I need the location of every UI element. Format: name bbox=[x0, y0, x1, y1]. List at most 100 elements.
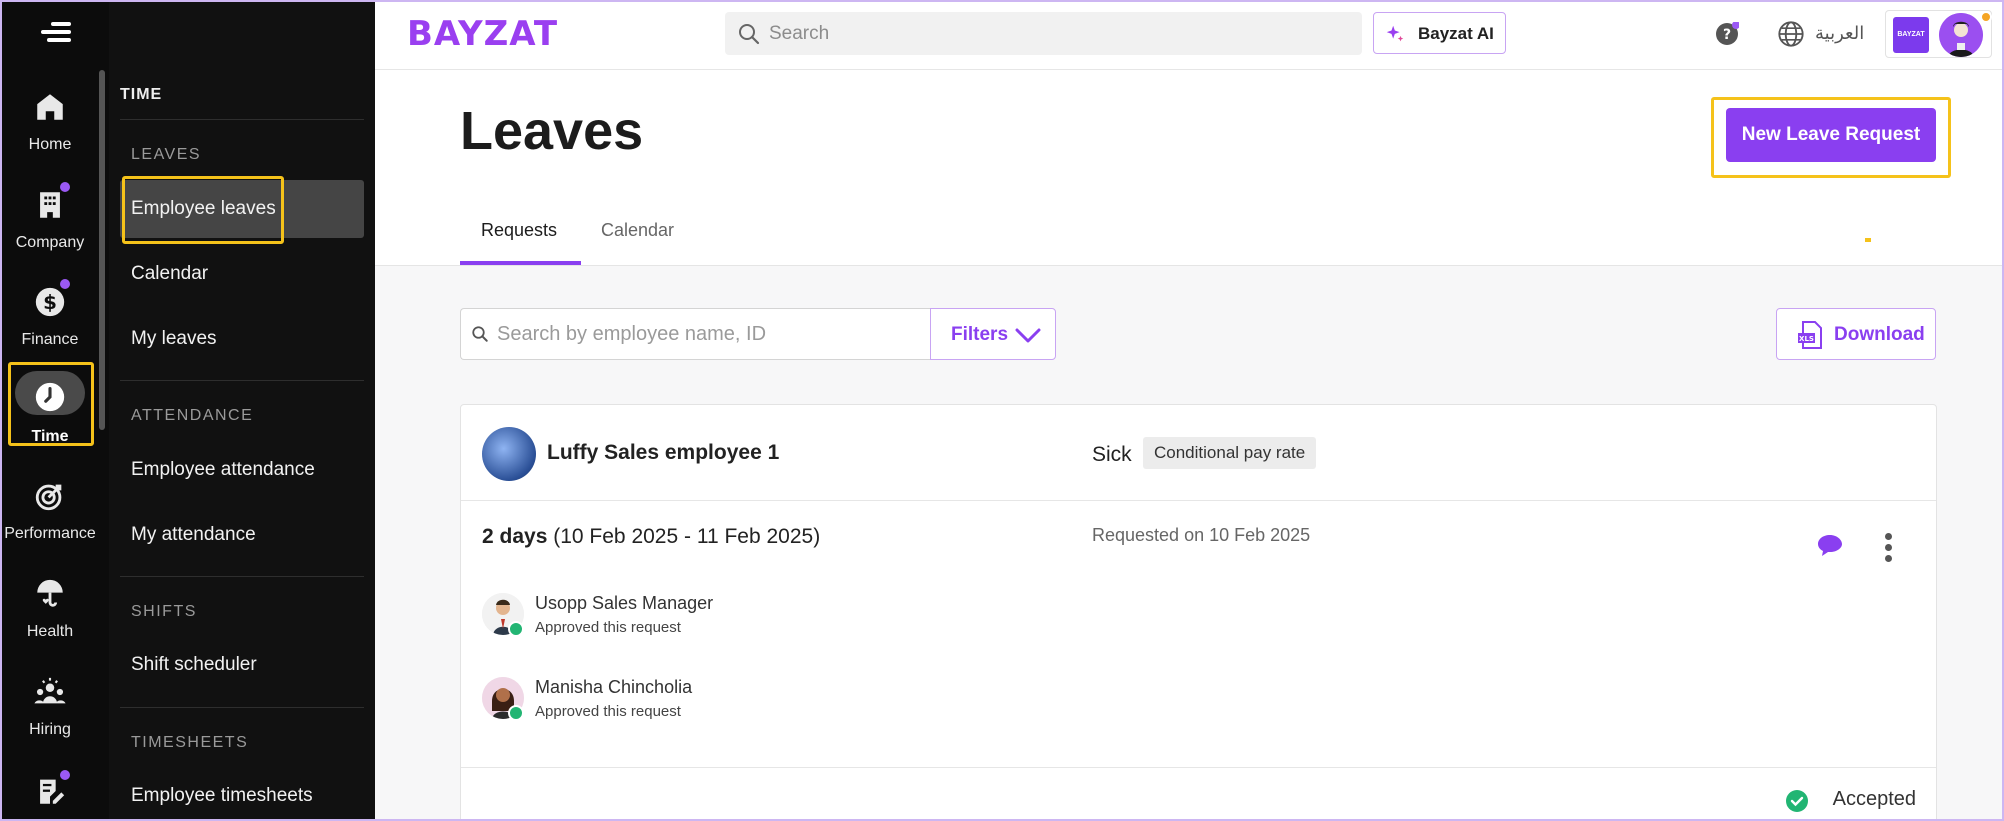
approver-item: Usopp Sales Manager Approved this reques… bbox=[482, 591, 1082, 641]
menu-toggle-icon[interactable] bbox=[41, 20, 71, 46]
icon-rail: Home Company $ Finance Time Performance … bbox=[2, 2, 109, 819]
svg-text:$: $ bbox=[43, 291, 57, 314]
rail-label: Company bbox=[15, 234, 85, 251]
language-label: العربية bbox=[1815, 23, 1865, 44]
notification-dot bbox=[60, 182, 70, 192]
bayzat-logo[interactable]: BAYZAT bbox=[407, 14, 558, 54]
search-icon bbox=[472, 326, 488, 342]
search-input[interactable] bbox=[769, 12, 1349, 55]
sidebar-item-employee-attendance[interactable]: Employee attendance bbox=[120, 441, 364, 499]
leave-duration: 2 days (10 Feb 2025 - 11 Feb 2025) bbox=[482, 525, 820, 549]
rail-item-company[interactable]: Company bbox=[2, 182, 98, 278]
avatar bbox=[482, 427, 536, 481]
dollar-icon: $ bbox=[35, 287, 65, 317]
tabs-divider bbox=[375, 265, 2002, 266]
download-button[interactable]: XLS Download bbox=[1776, 308, 1936, 360]
rail-label: Home bbox=[28, 136, 72, 153]
leave-request-card[interactable]: Luffy Sales employee 1 Sick Conditional … bbox=[460, 404, 1937, 819]
sparkle-icon bbox=[1386, 25, 1404, 42]
filters-label: Filters bbox=[951, 324, 1009, 345]
duration-days: 2 days bbox=[482, 525, 548, 548]
check-circle-icon bbox=[1786, 790, 1808, 812]
leave-type: Sick bbox=[1092, 443, 1132, 466]
requested-date: Requested on 10 Feb 2025 bbox=[1092, 525, 1311, 545]
ai-button-label: Bayzat AI bbox=[1418, 24, 1494, 43]
approved-check-icon bbox=[508, 705, 524, 721]
rail-label: Finance bbox=[21, 331, 79, 348]
sidebar-item-employee-timesheets[interactable]: Employee timesheets bbox=[120, 767, 364, 819]
download-label: Download bbox=[1834, 324, 1925, 345]
new-leave-request-button[interactable]: New Leave Request bbox=[1726, 108, 1936, 162]
notification-dot bbox=[1980, 11, 1992, 23]
approver-status: Approved this request bbox=[535, 619, 681, 636]
section-attendance: ATTENDANCE bbox=[131, 407, 254, 424]
xls-file-icon: XLS bbox=[1798, 321, 1822, 349]
employee-name[interactable]: Luffy Sales employee 1 bbox=[547, 441, 779, 465]
employee-search[interactable] bbox=[460, 308, 930, 360]
rail-label: Time bbox=[31, 428, 69, 445]
search-icon bbox=[739, 24, 760, 45]
divider bbox=[120, 380, 364, 381]
approved-check-icon bbox=[508, 621, 524, 637]
duration-range: (10 Feb 2025 - 11 Feb 2025) bbox=[553, 525, 821, 548]
clock-icon bbox=[35, 382, 65, 412]
avatar bbox=[1939, 13, 1983, 57]
sidebar-item-shift-scheduler[interactable]: Shift scheduler bbox=[120, 636, 364, 694]
card-footer: Accepted bbox=[461, 767, 1936, 819]
app-window: Home Company $ Finance Time Performance … bbox=[0, 0, 2004, 821]
language-switcher[interactable]: العربية bbox=[1777, 18, 1887, 50]
building-icon bbox=[40, 192, 60, 218]
more-options-icon[interactable] bbox=[1883, 533, 1893, 563]
sidebar-item-my-attendance[interactable]: My attendance bbox=[120, 506, 364, 564]
tab-requests[interactable]: Requests bbox=[481, 220, 557, 241]
approver-status: Approved this request bbox=[535, 703, 681, 720]
profile-switcher[interactable]: BAYZAT bbox=[1885, 10, 1992, 58]
rail-item-health[interactable]: Health bbox=[2, 577, 98, 667]
sidebar-item-employee-leaves[interactable]: Employee leaves bbox=[120, 180, 364, 238]
target-icon bbox=[35, 484, 62, 511]
sidebar-item-my-leaves[interactable]: My leaves bbox=[120, 310, 364, 368]
divider bbox=[120, 576, 364, 577]
comment-icon[interactable] bbox=[1816, 533, 1844, 559]
divider bbox=[120, 707, 364, 708]
rail-item-tasks[interactable] bbox=[2, 770, 98, 819]
chevron-down-icon bbox=[1015, 328, 1041, 343]
rail-label: Hiring bbox=[29, 721, 71, 738]
section-timesheets: TIMESHEETS bbox=[131, 734, 249, 751]
company-logo: BAYZAT bbox=[1893, 17, 1929, 53]
rail-item-home[interactable]: Home bbox=[2, 90, 98, 180]
approver-item: Manisha Chincholia Approved this request bbox=[482, 675, 1082, 725]
rail-label: Performance bbox=[4, 525, 96, 542]
approver-name: Manisha Chincholia bbox=[535, 677, 693, 697]
tab-calendar[interactable]: Calendar bbox=[601, 220, 674, 241]
global-search[interactable] bbox=[725, 12, 1362, 55]
time-submenu: TIME LEAVES Employee leaves Calendar My … bbox=[109, 2, 375, 819]
section-shifts: SHIFTS bbox=[131, 603, 197, 620]
home-icon bbox=[37, 94, 63, 120]
svg-text:?: ? bbox=[1723, 27, 1731, 43]
rail-item-performance[interactable]: Performance bbox=[2, 479, 98, 569]
people-icon bbox=[34, 677, 66, 704]
rail-scrollbar[interactable] bbox=[99, 70, 105, 430]
card-header: Luffy Sales employee 1 Sick Conditional … bbox=[461, 405, 1936, 501]
submenu-title: TIME bbox=[120, 86, 163, 103]
rail-item-finance[interactable]: $ Finance bbox=[2, 279, 98, 375]
divider bbox=[120, 119, 364, 120]
globe-icon bbox=[1778, 21, 1804, 47]
notification-dot bbox=[60, 279, 70, 289]
help-icon[interactable]: ? bbox=[1715, 22, 1739, 46]
active-tab-indicator bbox=[460, 261, 581, 265]
rail-item-time[interactable]: Time bbox=[2, 371, 98, 470]
section-leaves: LEAVES bbox=[131, 146, 202, 163]
notification-dot bbox=[60, 770, 70, 780]
bayzat-ai-button[interactable]: Bayzat AI bbox=[1373, 12, 1506, 54]
pay-rate-tag: Conditional pay rate bbox=[1143, 437, 1317, 469]
rail-label: Health bbox=[26, 623, 74, 640]
highlight-mark bbox=[1865, 238, 1871, 242]
filters-button[interactable]: Filters bbox=[930, 308, 1056, 360]
employee-search-input[interactable] bbox=[497, 309, 917, 359]
approver-name: Usopp Sales Manager bbox=[535, 593, 714, 613]
sidebar-item-calendar[interactable]: Calendar bbox=[120, 245, 364, 303]
page-title: Leaves bbox=[460, 101, 644, 161]
rail-item-hiring[interactable]: Hiring bbox=[2, 675, 98, 765]
